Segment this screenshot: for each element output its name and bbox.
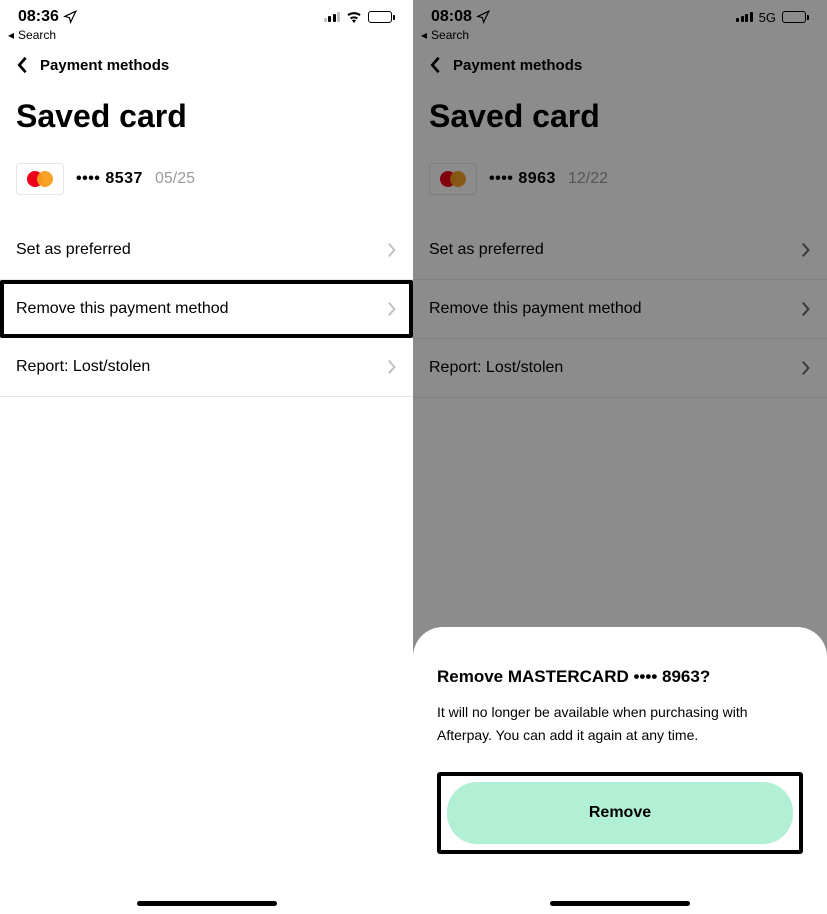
sheet-body: It will no longer be available when purc…	[437, 701, 803, 746]
card-summary: •••• 8537 05/25	[0, 159, 413, 221]
page-title: Saved card	[0, 84, 413, 159]
home-indicator[interactable]	[137, 901, 277, 906]
chevron-right-icon	[387, 242, 397, 258]
signal-icon	[324, 12, 341, 22]
nav-label: Payment methods	[40, 57, 169, 74]
nav-back-row[interactable]: Payment methods	[0, 42, 413, 84]
remove-button-highlight: Remove	[437, 772, 803, 854]
report-lost-label: Report: Lost/stolen	[16, 358, 150, 376]
set-preferred-row[interactable]: Set as preferred	[0, 221, 413, 280]
card-masked-number: •••• 8537	[76, 170, 143, 188]
card-brand-box	[16, 163, 64, 195]
report-lost-row[interactable]: Report: Lost/stolen	[0, 338, 413, 397]
phone-right: 08:08 5G ◂ Search	[413, 0, 827, 914]
sheet-title: Remove MASTERCARD •••• 8963?	[437, 667, 803, 687]
location-icon	[63, 10, 77, 24]
back-to-search[interactable]: ◂ Search	[0, 26, 413, 42]
card-expiry: 05/25	[155, 170, 195, 188]
phone-left: 08:36 ◂ Search	[0, 0, 413, 914]
chevron-right-icon	[387, 301, 397, 317]
mastercard-icon	[27, 170, 53, 188]
back-caret-icon: ◂	[8, 28, 14, 42]
battery-icon	[368, 11, 395, 23]
confirm-remove-sheet: Remove MASTERCARD •••• 8963? It will no …	[413, 627, 827, 914]
status-time: 08:36	[18, 8, 59, 26]
remove-confirm-button[interactable]: Remove	[447, 782, 793, 844]
back-search-label: Search	[18, 28, 56, 42]
chevron-left-icon	[16, 56, 28, 74]
wifi-icon	[346, 11, 362, 23]
status-bar: 08:36	[0, 0, 413, 26]
set-preferred-label: Set as preferred	[16, 241, 131, 259]
remove-payment-label: Remove this payment method	[16, 300, 229, 318]
chevron-right-icon	[387, 359, 397, 375]
home-indicator[interactable]	[550, 901, 690, 906]
remove-payment-row[interactable]: Remove this payment method	[0, 280, 413, 338]
